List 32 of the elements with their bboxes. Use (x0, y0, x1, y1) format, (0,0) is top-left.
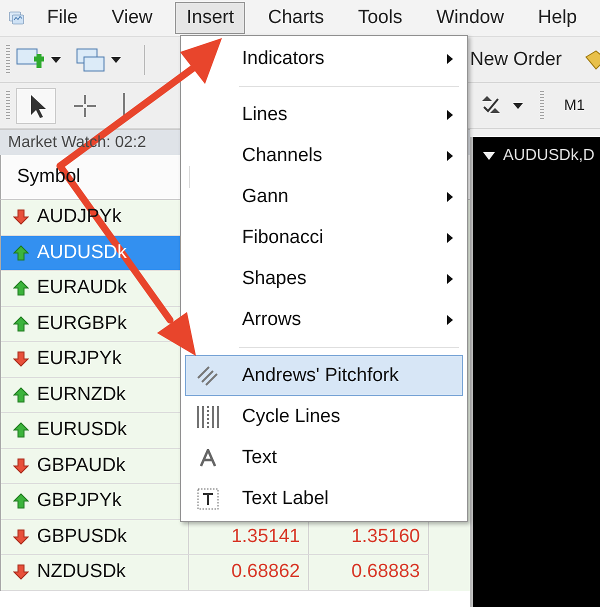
diagonal-lines-icon (197, 366, 219, 386)
menu-item[interactable]: File (36, 2, 89, 34)
profiles-icon[interactable] (76, 46, 106, 72)
menu-item[interactable]: View (100, 2, 164, 34)
menu-item[interactable]: Help (526, 2, 588, 34)
menu-item[interactable]: Window (425, 2, 515, 34)
submenu-arrow-icon (447, 54, 453, 64)
submenu-arrow-icon (447, 150, 453, 160)
dropdown-caret-icon[interactable] (512, 102, 524, 110)
menu-item[interactable]: Insert (175, 2, 246, 34)
text-label-icon (197, 488, 219, 510)
menu-item[interactable]: Andrews' Pitchfork (185, 355, 463, 396)
submenu-arrow-icon (447, 274, 453, 284)
menu-item[interactable]: Charts (257, 2, 335, 34)
timeframe-button[interactable]: M1 (564, 97, 585, 114)
bid-cell: 0.68862 (189, 555, 309, 590)
chart-title: AUDUSDk,D (503, 147, 595, 165)
submenu-arrow-icon (447, 232, 453, 242)
dropdown-caret-icon[interactable] (50, 56, 62, 64)
menu-item[interactable]: Indicators (185, 38, 463, 79)
submenu-arrow-icon (447, 110, 453, 120)
submenu-arrow-icon (447, 192, 453, 202)
collapse-triangle-icon[interactable] (483, 152, 495, 160)
new-order-button[interactable]: New Order (470, 48, 562, 70)
letter-a-icon (200, 448, 216, 466)
submenu-arrow-icon (447, 314, 453, 324)
vertical-lines-icon (196, 404, 220, 428)
dropdown-caret-icon[interactable] (110, 56, 122, 64)
ask-cell: 0.68883 (309, 555, 429, 590)
cursor-icon[interactable] (16, 88, 56, 124)
symbol-cell[interactable]: NZDUSDk (1, 555, 189, 590)
menu-item[interactable]: Tools (346, 2, 414, 34)
